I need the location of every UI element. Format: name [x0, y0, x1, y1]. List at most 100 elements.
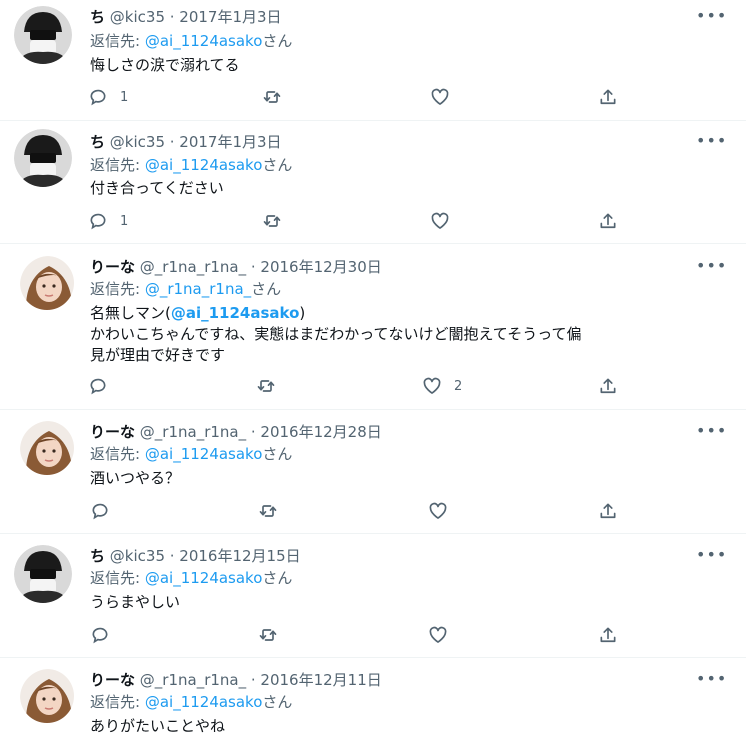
reply-icon	[90, 89, 106, 106]
reply-icon	[92, 627, 108, 644]
tweet-header: ち @kic35 · 2017年1月3日	[90, 7, 282, 27]
avatar[interactable]	[14, 545, 72, 603]
display-name[interactable]: りーな	[90, 671, 135, 689]
reply-icon	[92, 503, 108, 520]
heart-icon	[429, 502, 447, 519]
reply-prefix: 返信先:	[90, 693, 145, 711]
share-button[interactable]	[598, 374, 618, 398]
like-count: 2	[454, 378, 463, 394]
retweet-icon	[259, 629, 277, 641]
reply-to-line: 返信先: @ai_1124asakoさん	[90, 568, 292, 588]
more-dots-icon[interactable]: •••	[696, 545, 726, 565]
retweet-button[interactable]	[258, 499, 290, 523]
tweet-text-line: ありがたいことやね	[90, 717, 226, 735]
more-dots-icon[interactable]: •••	[696, 6, 726, 26]
retweet-icon	[263, 91, 281, 103]
action-bar	[88, 499, 628, 523]
reply-to-line: 返信先: @ai_1124asakoさん	[90, 692, 292, 712]
more-dots-icon[interactable]: •••	[696, 131, 726, 151]
handle-date[interactable]: @_r1na_r1na_ · 2016年12月28日	[140, 423, 382, 441]
reply-suffix: さん	[262, 32, 293, 50]
share-icon	[600, 503, 616, 519]
text-mention[interactable]: @ai_1124asako	[171, 304, 300, 322]
reply-button[interactable]	[90, 623, 122, 647]
tweet-text: ありがたいことやね	[90, 716, 720, 737]
handle-date[interactable]: @_r1na_r1na_ · 2016年12月11日	[140, 671, 382, 689]
display-name[interactable]: りーな	[90, 258, 135, 276]
like-button[interactable]	[428, 623, 460, 647]
tweet-header: ち @kic35 · 2017年1月3日	[90, 132, 282, 152]
reply-to-line: 返信先: @ai_1124asakoさん	[90, 155, 292, 175]
retweet-button[interactable]	[256, 374, 288, 398]
reply-button[interactable]	[88, 374, 120, 398]
more-dots-icon[interactable]: •••	[696, 669, 726, 689]
share-button[interactable]	[598, 209, 618, 233]
heart-icon	[431, 212, 449, 229]
more-dots-icon[interactable]: •••	[696, 256, 726, 276]
display-name[interactable]: りーな	[90, 423, 135, 441]
reply-to-line: 返信先: @ai_1124asakoさん	[90, 31, 292, 51]
avatar[interactable]	[20, 669, 74, 723]
share-button[interactable]	[598, 623, 618, 647]
timeline-feed: ち @kic35 · 2017年1月3日 ••• 返信先: @ai_1124as…	[0, 0, 746, 746]
reply-to-line: 返信先: @ai_1124asakoさん	[90, 444, 292, 464]
like-button[interactable]	[430, 85, 462, 109]
tweet-text: 名無しマン(@ai_1124asako) かわいこちゃんですね、実態はまだわかっ…	[90, 303, 720, 366]
share-icon	[600, 213, 616, 229]
display-name[interactable]: ち	[90, 133, 105, 151]
more-dots-icon[interactable]: •••	[696, 421, 726, 441]
reply-prefix: 返信先:	[90, 280, 145, 298]
tweet-header: りーな @_r1na_r1na_ · 2016年12月11日	[90, 670, 382, 690]
like-button[interactable]	[428, 499, 460, 523]
tweet[interactable]: りーな @_r1na_r1na_ · 2016年12月30日 ••• 返信先: …	[0, 244, 746, 410]
reply-prefix: 返信先:	[90, 445, 145, 463]
like-button[interactable]: 2	[422, 374, 462, 398]
reply-button[interactable]: 1	[88, 209, 128, 233]
heart-icon	[429, 626, 447, 643]
display-name[interactable]: ち	[90, 547, 105, 565]
handle-date[interactable]: @kic35 · 2016年12月15日	[110, 547, 301, 565]
reply-to-mention[interactable]: @ai_1124asako	[145, 693, 263, 711]
tweet-header: ち @kic35 · 2016年12月15日	[90, 546, 301, 566]
tweet[interactable]: ち @kic35 · 2017年1月3日 ••• 返信先: @ai_1124as…	[0, 0, 746, 121]
reply-suffix: さん	[262, 693, 293, 711]
heart-icon	[431, 88, 449, 105]
avatar[interactable]	[14, 6, 72, 64]
handle-date[interactable]: @kic35 · 2017年1月3日	[110, 133, 282, 151]
avatar[interactable]	[14, 129, 72, 187]
reply-prefix: 返信先:	[90, 32, 145, 50]
tweet-text-line: かわいこちゃんですね、実態はまだわかってないけど闇抱えてそうって偏	[90, 325, 582, 343]
retweet-button[interactable]	[258, 623, 290, 647]
reply-button[interactable]: 1	[88, 85, 128, 109]
share-button[interactable]	[598, 85, 618, 109]
text-suffix: )	[299, 304, 306, 322]
like-button[interactable]	[430, 209, 462, 233]
reply-suffix: さん	[262, 445, 293, 463]
reply-to-mention[interactable]: @ai_1124asako	[145, 156, 263, 174]
reply-icon	[90, 213, 106, 230]
tweet-text: 悔しさの涙で溺れてる	[90, 55, 720, 76]
reply-suffix: さん	[262, 569, 293, 587]
reply-button[interactable]	[90, 499, 122, 523]
avatar[interactable]	[20, 256, 74, 310]
tweet-text: うらまやしい	[90, 592, 720, 613]
retweet-button[interactable]	[262, 209, 294, 233]
tweet[interactable]: ち @kic35 · 2016年12月15日 ••• 返信先: @ai_1124…	[0, 534, 746, 658]
action-bar	[88, 623, 628, 647]
tweet[interactable]: りーな @_r1na_r1na_ · 2016年12月28日 ••• 返信先: …	[0, 410, 746, 534]
display-name[interactable]: ち	[90, 8, 105, 26]
reply-to-mention[interactable]: @_r1na_r1na_	[145, 280, 251, 298]
handle-date[interactable]: @_r1na_r1na_ · 2016年12月30日	[140, 258, 382, 276]
reply-to-mention[interactable]: @ai_1124asako	[145, 32, 263, 50]
tweet-text-line: 見が理由で好きです	[90, 346, 226, 364]
avatar[interactable]	[20, 421, 74, 475]
reply-to-mention[interactable]: @ai_1124asako	[145, 569, 263, 587]
reply-to-mention[interactable]: @ai_1124asako	[145, 445, 263, 463]
tweet[interactable]: りーな @_r1na_r1na_ · 2016年12月11日 ••• 返信先: …	[0, 658, 746, 746]
retweet-icon	[257, 380, 275, 392]
handle-date[interactable]: @kic35 · 2017年1月3日	[110, 8, 282, 26]
share-button[interactable]	[598, 499, 618, 523]
tweet[interactable]: ち @kic35 · 2017年1月3日 ••• 返信先: @ai_1124as…	[0, 121, 746, 244]
retweet-button[interactable]	[262, 85, 294, 109]
reply-prefix: 返信先:	[90, 156, 145, 174]
